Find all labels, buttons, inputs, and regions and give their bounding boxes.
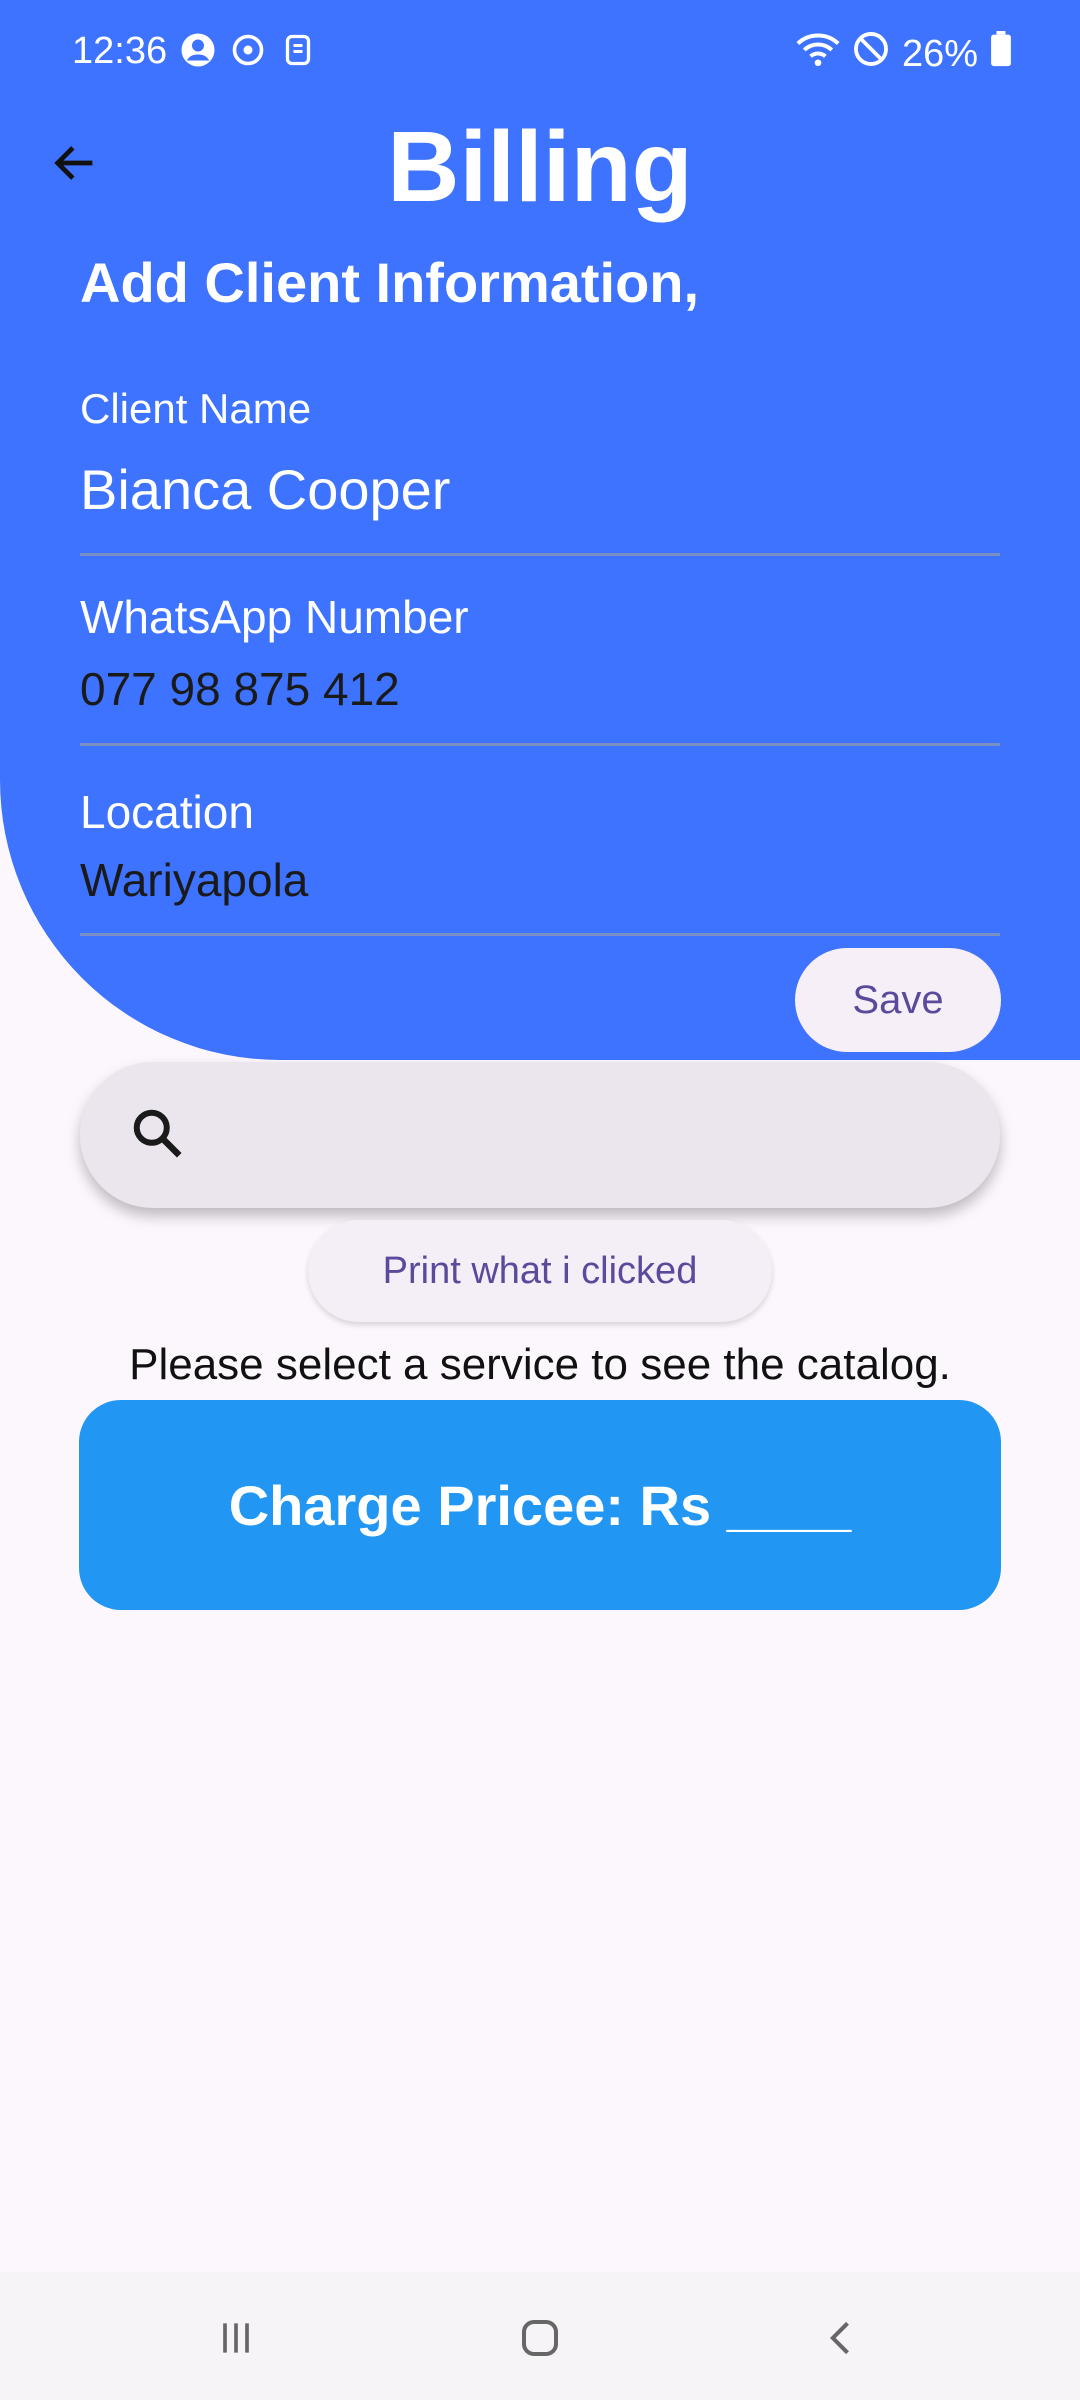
battery-percent: 26% xyxy=(901,32,978,75)
section-title: Add Client Information, xyxy=(80,251,700,314)
status-icons-left xyxy=(180,32,316,78)
search-input[interactable] xyxy=(80,1062,1000,1208)
whatsapp-number-field[interactable]: WhatsApp Number 077 98 875 412 xyxy=(80,590,1000,746)
status-bar: 12:36 26% xyxy=(0,0,1080,100)
location-value[interactable]: Wariyapola xyxy=(80,853,308,907)
catalog-message: Please select a service to see the catal… xyxy=(129,1340,951,1389)
status-icons-right: 26% xyxy=(796,30,1012,78)
sync-icon xyxy=(230,32,266,78)
search-icon xyxy=(128,1104,188,1164)
status-time: 12:36 xyxy=(72,30,168,72)
charge-price-button[interactable]: Charge Pricee: Rs ____ xyxy=(79,1400,1001,1610)
system-nav-bar xyxy=(0,2272,1080,2400)
do-not-disturb-icon xyxy=(852,30,890,78)
back-icon[interactable] xyxy=(812,2308,872,2368)
home-icon[interactable] xyxy=(510,2308,570,2368)
print-clicked-button[interactable]: Print what i clicked xyxy=(308,1220,772,1322)
account-circle-icon xyxy=(180,32,216,78)
client-name-field[interactable]: Client Name Bianca Cooper xyxy=(80,385,1000,556)
recent-apps-icon[interactable] xyxy=(206,2308,266,2368)
wifi-icon xyxy=(796,30,840,78)
sim-icon xyxy=(280,32,316,78)
whatsapp-number-label: WhatsApp Number xyxy=(80,591,469,643)
page-title: Billing xyxy=(387,111,693,223)
client-name-label: Client Name xyxy=(80,385,312,432)
client-name-value[interactable]: Bianca Cooper xyxy=(80,457,450,522)
battery-icon xyxy=(990,31,1012,77)
location-label: Location xyxy=(80,786,254,838)
location-field[interactable]: Location Wariyapola xyxy=(80,785,1000,936)
save-button[interactable]: Save xyxy=(795,948,1001,1052)
whatsapp-number-value[interactable]: 077 98 875 412 xyxy=(80,662,400,716)
